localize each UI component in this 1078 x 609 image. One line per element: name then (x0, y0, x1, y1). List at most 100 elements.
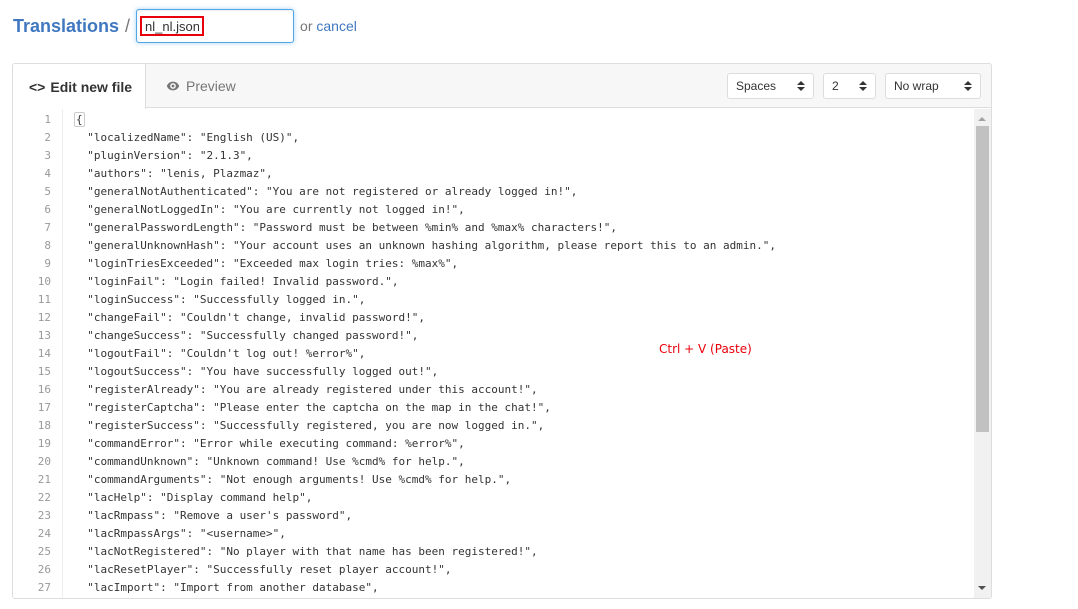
code-line[interactable]: 26 "lacResetPlayer": "Successfully reset… (13, 561, 974, 579)
tab-edit-new-file[interactable]: <> Edit new file (13, 64, 146, 109)
code-line[interactable]: 22 "lacHelp": "Display command help", (13, 489, 974, 507)
line-number: 1 (44, 113, 51, 126)
code-line[interactable]: 23 "lacRmpass": "Remove a user's passwor… (13, 507, 974, 525)
code-line[interactable]: 14 "logoutFail": "Couldn't log out! %err… (13, 345, 974, 363)
code-line[interactable]: 21 "commandArguments": "Not enough argum… (13, 471, 974, 489)
scroll-down-arrow-icon[interactable] (978, 586, 986, 590)
filename-field[interactable] (136, 9, 295, 43)
code-line[interactable]: 18 "registerSuccess": "Successfully regi… (13, 417, 974, 435)
code-line[interactable]: 1{ (13, 111, 974, 129)
line-number: 21 (37, 473, 51, 486)
line-number: 4 (44, 167, 51, 180)
indent-size-select[interactable]: 2 (823, 73, 876, 99)
tab-preview[interactable]: Preview (146, 64, 266, 108)
cancel-link[interactable]: cancel (316, 18, 356, 34)
scroll-up-arrow-icon[interactable] (978, 117, 986, 121)
code-line[interactable]: 13 "changeSuccess": "Successfully change… (13, 327, 974, 345)
code-line[interactable]: 15 "logoutSuccess": "You have successful… (13, 363, 974, 381)
scrollbar-thumb[interactable] (976, 126, 989, 432)
line-text[interactable]: "commandArguments": "Not enough argument… (51, 471, 511, 489)
breadcrumb-root-link[interactable]: Translations (13, 16, 119, 37)
line-text[interactable]: "lacNotRegistered": "No player with that… (51, 543, 537, 561)
indent-mode-select[interactable]: Spaces (727, 73, 814, 99)
line-text[interactable]: "commandError": "Error while executing c… (51, 435, 465, 453)
line-text[interactable]: "registerSuccess": "Successfully registe… (51, 417, 544, 435)
line-text[interactable]: "lacRmpassArgs": "<username>", (51, 525, 286, 543)
line-number: 24 (37, 527, 51, 540)
line-text[interactable]: "generalNotLoggedIn": "You are currently… (51, 201, 465, 219)
line-text[interactable]: "generalUnknownHash": "Your account uses… (51, 237, 776, 255)
line-text[interactable]: "lacImport": "Import from another databa… (51, 579, 378, 597)
breadcrumb-separator: / (125, 15, 131, 36)
editor-toolbar: <> Edit new file Preview Spaces 2 No wra… (13, 64, 991, 109)
line-text[interactable]: "lacResetPlayer": "Successfully reset pl… (51, 561, 451, 579)
line-number: 17 (37, 401, 51, 414)
line-text[interactable]: "registerCaptcha": "Please enter the cap… (51, 399, 551, 417)
code-line[interactable]: 25 "lacNotRegistered": "No player with t… (13, 543, 974, 561)
line-number: 27 (37, 581, 51, 594)
or-text: or (300, 18, 313, 34)
code-line[interactable]: 19 "commandError": "Error while executin… (13, 435, 974, 453)
code-icon: <> (29, 78, 46, 95)
filename-input[interactable] (140, 16, 205, 36)
line-number: 16 (37, 383, 51, 396)
code-line[interactable]: 11 "loginSuccess": "Successfully logged … (13, 291, 974, 309)
code-line[interactable]: 2 "localizedName": "English (US)", (13, 129, 974, 147)
code-line[interactable]: 7 "generalPasswordLength": "Password mus… (13, 219, 974, 237)
line-text[interactable]: "pluginVersion": "2.1.3", (51, 147, 253, 165)
line-text[interactable]: "generalNotAuthenticated": "You are not … (51, 183, 577, 201)
line-number: 12 (37, 311, 51, 324)
line-text[interactable]: "lacRmpass": "Remove a user's password", (51, 507, 352, 525)
line-number: 8 (44, 239, 51, 252)
wrap-mode-select[interactable]: No wrap (885, 73, 981, 99)
wrap-mode-value: No wrap (894, 79, 939, 93)
code-line[interactable]: 5 "generalNotAuthenticated": "You are no… (13, 183, 974, 201)
line-text[interactable]: "registerAlready": "You are already regi… (51, 381, 537, 399)
line-number: 3 (44, 149, 51, 162)
select-arrows-icon (859, 80, 867, 92)
tab-label: Preview (186, 78, 236, 94)
eye-icon (166, 81, 180, 91)
line-number: 11 (37, 293, 51, 306)
code-line[interactable]: 17 "registerCaptcha": "Please enter the … (13, 399, 974, 417)
code-line[interactable]: 3 "pluginVersion": "2.1.3", (13, 147, 974, 165)
line-text[interactable]: "logoutSuccess": "You have successfully … (51, 363, 438, 381)
code-line[interactable]: 9 "loginTriesExceeded": "Exceeded max lo… (13, 255, 974, 273)
line-number: 20 (37, 455, 51, 468)
indent-mode-value: Spaces (736, 79, 777, 93)
line-text[interactable]: "logoutFail": "Couldn't log out! %error%… (51, 345, 365, 363)
line-number: 23 (37, 509, 51, 522)
line-text[interactable]: "loginTriesExceeded": "Exceeded max logi… (51, 255, 458, 273)
file-editor: <> Edit new file Preview Spaces 2 No wra… (12, 63, 992, 599)
line-text[interactable]: { (51, 111, 85, 129)
line-number: 22 (37, 491, 51, 504)
vertical-scrollbar[interactable] (974, 109, 991, 598)
code-line[interactable]: 4 "authors": "lenis, Plazmaz", (13, 165, 974, 183)
line-text[interactable]: "changeSuccess": "Successfully changed p… (51, 327, 418, 345)
editor-options: Spaces 2 No wrap (727, 73, 981, 99)
code-line[interactable]: 6 "generalNotLoggedIn": "You are current… (13, 201, 974, 219)
select-arrows-icon (797, 80, 805, 92)
line-text[interactable]: "lacHelp": "Display command help", (51, 489, 312, 507)
code-line[interactable]: 24 "lacRmpassArgs": "<username>", (13, 525, 974, 543)
line-text[interactable]: "authors": "lenis, Plazmaz", (51, 165, 272, 183)
code-line[interactable]: 27 "lacImport": "Import from another dat… (13, 579, 974, 597)
paste-annotation: Ctrl + V (Paste) (659, 342, 752, 356)
line-text[interactable]: "changeFail": "Couldn't change, invalid … (51, 309, 425, 327)
code-editor[interactable]: 1{2 "localizedName": "English (US)", 3 "p… (13, 109, 991, 598)
code-line[interactable]: 10 "loginFail": "Login failed! Invalid p… (13, 273, 974, 291)
line-number: 15 (37, 365, 51, 378)
code-line[interactable]: 8 "generalUnknownHash": "Your account us… (13, 237, 974, 255)
code-line[interactable]: 16 "registerAlready": "You are already r… (13, 381, 974, 399)
line-text[interactable]: "loginSuccess": "Successfully logged in.… (51, 291, 365, 309)
line-text[interactable]: "localizedName": "English (US)", (51, 129, 299, 147)
cancel-prompt: or cancel (300, 18, 357, 34)
code-line[interactable]: 12 "changeFail": "Couldn't change, inval… (13, 309, 974, 327)
line-text[interactable]: "loginFail": "Login failed! Invalid pass… (51, 273, 398, 291)
line-number: 6 (44, 203, 51, 216)
line-text[interactable]: "generalPasswordLength": "Password must … (51, 219, 617, 237)
line-text[interactable]: "commandUnknown": "Unknown command! Use … (51, 453, 465, 471)
code-line[interactable]: 20 "commandUnknown": "Unknown command! U… (13, 453, 974, 471)
select-arrows-icon (964, 80, 972, 92)
code-lines[interactable]: 1{2 "localizedName": "English (US)", 3 "p… (13, 109, 974, 598)
